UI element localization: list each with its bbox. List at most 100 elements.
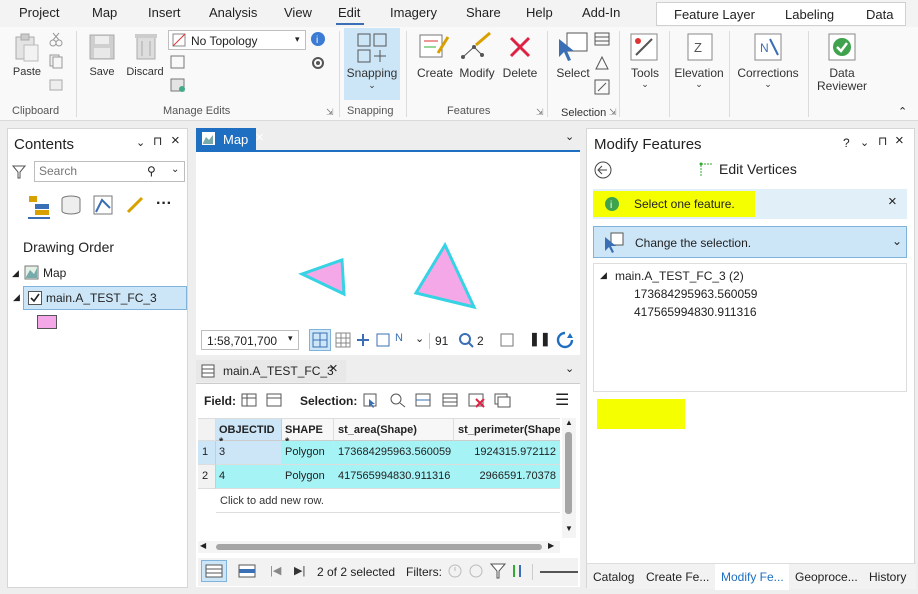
cell-perimeter[interactable]: 1924315.972112: [454, 441, 560, 465]
copy-icon[interactable]: [48, 53, 64, 72]
scroll-right-icon[interactable]: ▶: [548, 541, 554, 550]
select-by-attributes-icon[interactable]: [363, 392, 381, 408]
cell-area[interactable]: 173684295963.560059: [334, 441, 454, 465]
launcher-icon[interactable]: ⇲: [609, 107, 617, 118]
layer-symbol-swatch[interactable]: [37, 315, 57, 329]
attributes-icon[interactable]: [594, 31, 610, 50]
delete-icon[interactable]: [508, 35, 532, 62]
menu-analysis[interactable]: Analysis: [209, 5, 257, 20]
change-selection-dropdown[interactable]: Change the selection. ⌄: [593, 226, 907, 258]
search-field[interactable]: [39, 162, 149, 180]
tab-catalog[interactable]: Catalog: [593, 570, 634, 584]
clear-selection-icon[interactable]: [442, 392, 460, 408]
tab-modify-features[interactable]: Modify Fe...: [715, 564, 789, 590]
more-options-icon[interactable]: ···: [156, 195, 172, 213]
chevron-down-icon[interactable]: ⌄: [415, 332, 424, 345]
tree-feature-item[interactable]: 173684295963.560059: [634, 287, 757, 301]
menu-edit[interactable]: Edit: [338, 5, 360, 20]
elevation-label[interactable]: Elevation: [672, 66, 726, 80]
close-icon[interactable]: ×: [255, 129, 264, 146]
grid-icon[interactable]: [335, 332, 351, 348]
selected-features-icon[interactable]: [458, 332, 474, 348]
select-icon[interactable]: [557, 31, 589, 66]
table-edit-icon[interactable]: [170, 77, 186, 96]
layer-tree-item[interactable]: ◢ main.A_TEST_FC_3: [23, 286, 187, 310]
menu-project[interactable]: Project: [19, 5, 59, 20]
menu-icon[interactable]: ☰: [555, 390, 569, 410]
scale-select[interactable]: 1:58,701,700 ▾: [201, 330, 299, 350]
pencil-icon[interactable]: [124, 194, 146, 216]
constraints-icon[interactable]: [355, 332, 371, 348]
horizontal-scrollbar[interactable]: ◀ ▶: [198, 541, 560, 553]
close-icon[interactable]: ×: [171, 132, 180, 149]
pause-icon[interactable]: ❚❚: [529, 331, 551, 347]
close-icon[interactable]: ×: [329, 360, 338, 377]
snapping-button[interactable]: Snapping ⌄: [344, 28, 400, 100]
scroll-down-icon[interactable]: ▼: [565, 524, 573, 533]
paste-icon[interactable]: [12, 33, 40, 66]
time-filter-icon[interactable]: [447, 563, 463, 579]
scroll-thumb[interactable]: [565, 432, 572, 514]
chevron-down-icon[interactable]: ⌄: [171, 164, 179, 175]
tab-create-features[interactable]: Create Fe...: [646, 570, 709, 584]
row-number[interactable]: 2: [198, 465, 216, 489]
first-page-icon[interactable]: |◀: [270, 564, 281, 577]
cell-shape[interactable]: Polygon: [282, 465, 334, 489]
select-by-location-icon[interactable]: [594, 55, 610, 74]
zoom-slider[interactable]: [540, 571, 578, 573]
scroll-thumb[interactable]: [216, 544, 542, 550]
tab-geoprocessing[interactable]: Geoproce...: [795, 570, 858, 584]
tab-attribute-table[interactable]: main.A_TEST_FC_3 ×: [196, 360, 346, 382]
info-icon[interactable]: i: [310, 31, 326, 50]
cell-area[interactable]: 417565994830.911316: [334, 465, 454, 489]
calculate-field-icon[interactable]: [266, 392, 284, 408]
filter-icon[interactable]: [490, 563, 506, 579]
add-field-icon[interactable]: [241, 392, 259, 408]
list-by-editing-icon[interactable]: [92, 194, 114, 216]
create-icon[interactable]: [418, 31, 450, 66]
list-by-source-icon[interactable]: [60, 194, 82, 216]
save-icon[interactable]: [88, 33, 116, 66]
search-input[interactable]: ⚲ ⌄: [34, 161, 185, 182]
column-header-objectid[interactable]: OBJECTID *: [216, 419, 282, 441]
menu-add-in[interactable]: Add-In: [582, 5, 620, 20]
layer-visibility-checkbox[interactable]: [28, 291, 42, 305]
filter-icon[interactable]: [12, 165, 26, 179]
launcher-icon[interactable]: ⇲: [536, 107, 544, 118]
tools-label[interactable]: Tools: [626, 66, 664, 80]
vertical-scrollbar[interactable]: ▲ ▼: [562, 418, 576, 538]
range-filter-icon[interactable]: [468, 563, 484, 579]
refresh-extent-icon[interactable]: [499, 332, 515, 348]
switch-selection-icon[interactable]: [415, 392, 433, 408]
pin-icon[interactable]: ⊓: [878, 134, 887, 148]
help-icon[interactable]: ?: [843, 136, 850, 150]
clear-selection-icon[interactable]: [594, 79, 610, 98]
menu-help[interactable]: Help: [526, 5, 553, 20]
corrections-icon[interactable]: N: [752, 31, 784, 66]
collapse-ribbon-icon[interactable]: ⌃: [898, 105, 907, 118]
tools-icon[interactable]: [628, 31, 660, 66]
tab-data[interactable]: Data: [866, 7, 893, 22]
column-header-area[interactable]: st_area(Shape): [334, 419, 454, 441]
scroll-left-icon[interactable]: ◀: [200, 541, 206, 550]
map-canvas[interactable]: [196, 150, 580, 355]
search-icon[interactable]: ⚲: [147, 164, 156, 178]
column-header-shape[interactable]: SHAPE *: [282, 419, 334, 441]
back-arrow-icon[interactable]: [594, 161, 612, 179]
cell-perimeter[interactable]: 2966591.70378: [454, 465, 560, 489]
pane-options-icon[interactable]: ⌄: [136, 136, 145, 149]
close-icon[interactable]: ×: [888, 193, 897, 210]
topology-select[interactable]: No Topology ▾: [168, 30, 306, 50]
pane-options-icon[interactable]: ⌄: [860, 136, 869, 149]
menu-view[interactable]: View: [284, 5, 312, 20]
data-reviewer-icon[interactable]: [826, 31, 858, 66]
chevron-down-icon[interactable]: ⌄: [565, 130, 574, 143]
data-reviewer-label-1[interactable]: Data: [816, 66, 868, 80]
launcher-icon[interactable]: ⇲: [326, 107, 334, 118]
menu-imagery[interactable]: Imagery: [390, 5, 437, 20]
corrections-toggle-icon[interactable]: N: [395, 332, 403, 344]
edit-tool-icon[interactable]: [170, 54, 186, 73]
delete-selected-icon[interactable]: [468, 392, 486, 408]
zoom-to-selection-icon[interactable]: [389, 392, 407, 408]
add-new-row[interactable]: Click to add new row.: [216, 489, 560, 513]
